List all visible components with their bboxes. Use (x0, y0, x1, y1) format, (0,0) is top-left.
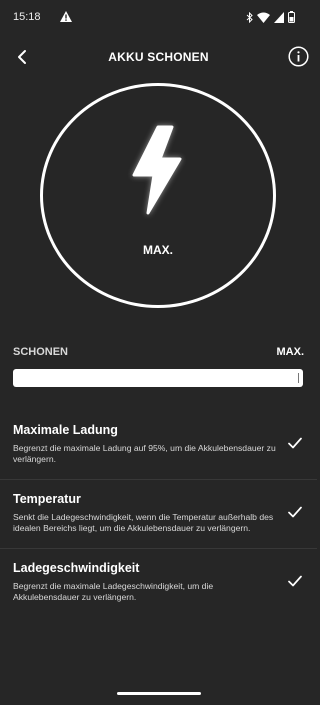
status-bar: 15:18 (0, 0, 317, 36)
slider-labels: SCHONEN MAX. (13, 346, 304, 360)
option-temperature[interactable]: Temperatur Senkt die Ladegeschwindigkeit… (0, 480, 317, 549)
checkmark-icon[interactable] (288, 506, 302, 518)
option-title: Maximale Ladung (13, 423, 118, 437)
warning-icon (60, 11, 72, 22)
slider-max-label: MAX. (276, 346, 305, 358)
option-description: Begrenzt die maximale Ladung auf 95%, um… (13, 443, 276, 464)
checkmark-icon[interactable] (288, 575, 302, 587)
top-app-bar: AKKU SCHONEN (0, 44, 317, 70)
status-time: 15:18 (13, 11, 41, 23)
wifi-icon (257, 12, 270, 23)
battery-icon (288, 11, 295, 23)
option-description: Begrenzt die maximale Ladegeschwindigkei… (13, 581, 214, 602)
option-title: Temperatur (13, 492, 81, 506)
options-list: Maximale Ladung Begrenzt die maximale La… (0, 411, 317, 617)
option-charging-speed[interactable]: Ladegeschwindigkeit Begrenzt die maximal… (0, 549, 317, 617)
option-title: Ladegeschwindigkeit (13, 561, 140, 575)
slider-min-label: SCHONEN (13, 346, 69, 358)
page-title: AKKU SCHONEN (108, 50, 209, 64)
option-description: Senkt die Ladegeschwindigkeit, wenn die … (13, 512, 274, 533)
gauge-mode-label: MAX. (143, 243, 173, 257)
bluetooth-icon (246, 11, 253, 23)
charge-level-slider[interactable] (13, 369, 303, 387)
signal-icon (274, 11, 284, 23)
charge-mode-gauge: MAX. (40, 83, 276, 308)
slider-thumb[interactable] (298, 373, 299, 383)
home-indicator[interactable] (117, 692, 201, 695)
lightning-bolt-icon (132, 125, 182, 215)
option-max-charge[interactable]: Maximale Ladung Begrenzt die maximale La… (0, 411, 317, 480)
status-icons (246, 11, 295, 23)
checkmark-icon[interactable] (288, 437, 302, 449)
info-icon[interactable] (288, 46, 309, 67)
